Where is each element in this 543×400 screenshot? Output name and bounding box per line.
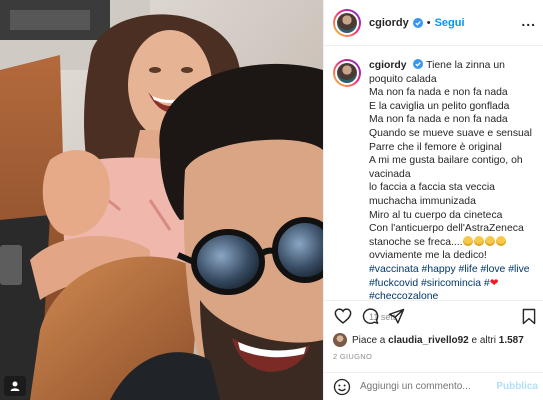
caption-line: lo faccia a faccia sta veccia muchacha i…: [369, 182, 495, 207]
user-tag-icon[interactable]: [4, 376, 26, 396]
emoji-icon[interactable]: [333, 378, 351, 396]
post-header: cgiordy • Segui ...: [324, 0, 543, 46]
share-icon[interactable]: [388, 308, 405, 325]
caption-username[interactable]: cgiordy: [369, 60, 407, 71]
likes-middle: e altri: [471, 334, 496, 346]
publish-button[interactable]: Pubblica: [496, 381, 538, 392]
avatar[interactable]: [333, 8, 361, 37]
caption-line: Con l'anticuerpo dell'AstraZeneca: [369, 223, 524, 235]
heart-icon[interactable]: [334, 308, 352, 324]
red-heart-emoji-icon: ❤: [489, 277, 499, 289]
caption-line: E la caviglia un pelito gonflada: [369, 100, 510, 112]
comment-input[interactable]: [360, 381, 497, 392]
caption-line: Ma non fa nada e non fa nada: [369, 114, 508, 126]
username-link[interactable]: cgiordy: [369, 17, 409, 29]
caption-line: Parre che il femore è original: [369, 141, 502, 153]
post-side-panel: cgiordy • Segui ... cgiordy Tiene la zin…: [323, 0, 543, 400]
selfie-image: [0, 0, 323, 400]
bookmark-icon[interactable]: [522, 308, 536, 325]
caption-text: cgiordy Tiene la zinna un poquito calada…: [369, 59, 538, 322]
caption-line: A mi me gusta bailare contigo, oh vacina…: [369, 155, 523, 180]
likes-count[interactable]: 1.587: [499, 335, 524, 346]
likes-row: Piace a claudia_rivello92 e altri 1.587: [333, 333, 524, 347]
caption-line: Quando se mueve suave e sensual: [369, 127, 532, 139]
separator-dot: •: [426, 16, 431, 29]
likes-prefix: Piace a: [352, 334, 386, 346]
caption-line: stanoche se freca....: [369, 236, 463, 248]
action-bar: [324, 300, 543, 330]
laughing-emoji-icon: [462, 235, 507, 248]
hashtags[interactable]: #vaccinata #happy #life #love #live #fuc…: [369, 264, 530, 289]
follow-button[interactable]: Segui: [435, 17, 465, 29]
comment-bar: Pubblica: [324, 372, 543, 400]
liker-username[interactable]: claudia_rivello92: [388, 335, 469, 346]
comment-icon[interactable]: [362, 308, 379, 325]
caption-avatar[interactable]: [333, 59, 361, 87]
liker-avatar[interactable]: [333, 333, 347, 347]
post-photo[interactable]: [0, 0, 323, 400]
caption-line: Ma non fa nada e non fa nada: [369, 87, 508, 99]
caption-dedication: ovviamente me la dedico!: [369, 250, 487, 262]
verified-badge-icon: [413, 59, 424, 69]
more-options-icon[interactable]: ...: [521, 13, 536, 29]
verified-badge-icon: [412, 17, 423, 28]
caption-line: Miro al tu cuerpo da cineteca: [369, 209, 503, 221]
post-date: 2 GIUGNO: [333, 352, 373, 361]
caption-block: cgiordy Tiene la zinna un poquito calada…: [324, 47, 543, 322]
